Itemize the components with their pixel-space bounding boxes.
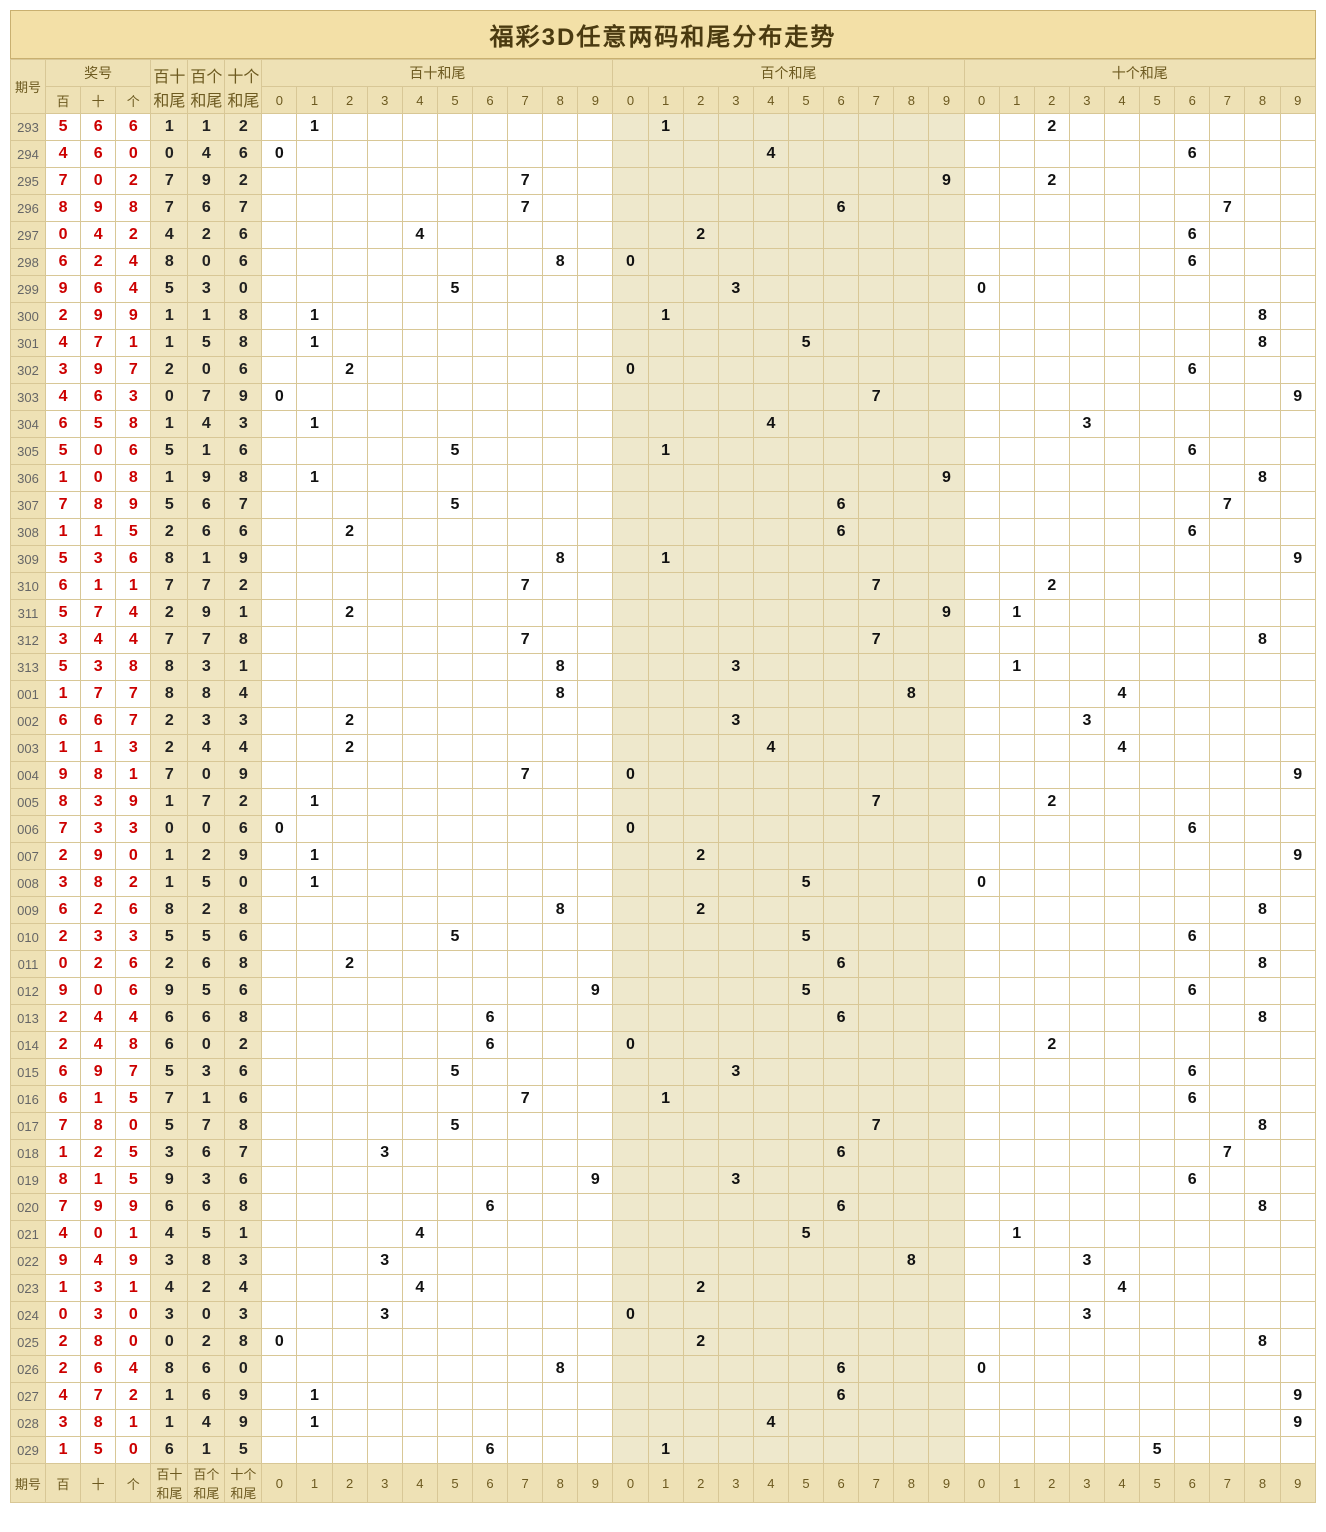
table-row: 297042426426	[11, 222, 1316, 249]
table-row: 309536819819	[11, 546, 1316, 573]
table-row: 017780578578	[11, 1113, 1316, 1140]
hdr-digit: 6	[1175, 87, 1210, 114]
table-row: 299964530530	[11, 276, 1316, 303]
table-row: 025280028028	[11, 1329, 1316, 1356]
hdr-digit: 9	[1280, 87, 1316, 114]
table-row: 028381149149	[11, 1410, 1316, 1437]
hdr-digit: 3	[367, 87, 402, 114]
hdr-digit: 8	[543, 87, 578, 114]
table-row: 023131424424	[11, 1275, 1316, 1302]
table-row: 009626828828	[11, 897, 1316, 924]
table-row: 012906956956	[11, 978, 1316, 1005]
table-row: 001177884884	[11, 681, 1316, 708]
table-row: 310611772772	[11, 573, 1316, 600]
table-row: 298624806806	[11, 249, 1316, 276]
table-row: 011026268268	[11, 951, 1316, 978]
hdr-digit: 1	[297, 87, 332, 114]
table-row: 029150615615	[11, 1437, 1316, 1464]
hdr-digit: 7	[1210, 87, 1245, 114]
table-row: 019815936936	[11, 1167, 1316, 1194]
hdr-period: 期号	[11, 60, 46, 114]
hdr-digit: 7	[508, 87, 543, 114]
hdr-sum-0: 百十和尾	[151, 60, 188, 114]
hdr-nums: 奖号	[46, 60, 151, 87]
table-row: 307789567567	[11, 492, 1316, 519]
hdr-numcol: 十	[81, 87, 116, 114]
table-row: 008382150150	[11, 870, 1316, 897]
table-row: 303463079079	[11, 384, 1316, 411]
table-row: 006733006006	[11, 816, 1316, 843]
hdr-digit: 0	[262, 87, 297, 114]
hdr-digit: 8	[894, 87, 929, 114]
hdr-digit: 2	[683, 87, 718, 114]
table-row: 311574291291	[11, 600, 1316, 627]
hdr-digit: 3	[718, 87, 753, 114]
hdr-digit: 5	[1140, 87, 1175, 114]
table-row: 300299118118	[11, 303, 1316, 330]
table-row: 007290129129	[11, 843, 1316, 870]
hdr-digit: 1	[999, 87, 1034, 114]
table-row: 313538831831	[11, 654, 1316, 681]
table-row: 013244668668	[11, 1005, 1316, 1032]
table-row: 026264860860	[11, 1356, 1316, 1383]
table-row: 022949383383	[11, 1248, 1316, 1275]
hdr-group-2: 十个和尾	[964, 60, 1315, 87]
table-row: 021401451451	[11, 1221, 1316, 1248]
hdr-digit: 2	[332, 87, 367, 114]
table-row: 020799668668	[11, 1194, 1316, 1221]
table-row: 301471158158	[11, 330, 1316, 357]
table-row: 014248602602	[11, 1032, 1316, 1059]
hdr-digit: 4	[1104, 87, 1139, 114]
table-row: 018125367367	[11, 1140, 1316, 1167]
trend-table: 期号 奖号 百十和尾 百个和尾 十个和尾 百十和尾 百个和尾 十个和尾 百十个 0…	[10, 59, 1316, 1503]
hdr-digit: 0	[613, 87, 648, 114]
hdr-digit: 9	[929, 87, 964, 114]
table-row: 027472169169	[11, 1383, 1316, 1410]
hdr-digit: 2	[1034, 87, 1069, 114]
hdr-digit: 7	[859, 87, 894, 114]
hdr-digit: 4	[753, 87, 788, 114]
table-row: 005839172172	[11, 789, 1316, 816]
table-row: 296898767767	[11, 195, 1316, 222]
table-row: 293566112112	[11, 114, 1316, 141]
table-row: 295702792792	[11, 168, 1316, 195]
hdr-digit: 5	[437, 87, 472, 114]
hdr-digit: 8	[1245, 87, 1280, 114]
hdr-group-0: 百十和尾	[262, 60, 613, 87]
table-row: 306108198198	[11, 465, 1316, 492]
table-row: 294460046046	[11, 141, 1316, 168]
hdr-digit: 5	[788, 87, 823, 114]
table-row: 002667233233	[11, 708, 1316, 735]
table-row: 016615716716	[11, 1086, 1316, 1113]
table-row: 304658143143	[11, 411, 1316, 438]
hdr-digit: 6	[472, 87, 507, 114]
hdr-numcol: 百	[46, 87, 81, 114]
table-row: 003113244244	[11, 735, 1316, 762]
hdr-group-1: 百个和尾	[613, 60, 964, 87]
hdr-digit: 1	[648, 87, 683, 114]
table-row: 302397206206	[11, 357, 1316, 384]
hdr-digit: 4	[402, 87, 437, 114]
table-row: 024030303303	[11, 1302, 1316, 1329]
hdr-digit: 3	[1069, 87, 1104, 114]
table-row: 308115266266	[11, 519, 1316, 546]
table-row: 010233556556	[11, 924, 1316, 951]
hdr-digit: 6	[824, 87, 859, 114]
hdr-numcol: 个	[116, 87, 151, 114]
table-row: 015697536536	[11, 1059, 1316, 1086]
hdr-digit: 9	[578, 87, 613, 114]
table-row: 312344778778	[11, 627, 1316, 654]
hdr-sum-1: 百个和尾	[188, 60, 225, 114]
table-row: 305506516516	[11, 438, 1316, 465]
hdr-digit: 0	[964, 87, 999, 114]
table-row: 004981709709	[11, 762, 1316, 789]
page-title: 福彩3D任意两码和尾分布走势	[10, 10, 1316, 59]
hdr-sum-2: 十个和尾	[225, 60, 262, 114]
